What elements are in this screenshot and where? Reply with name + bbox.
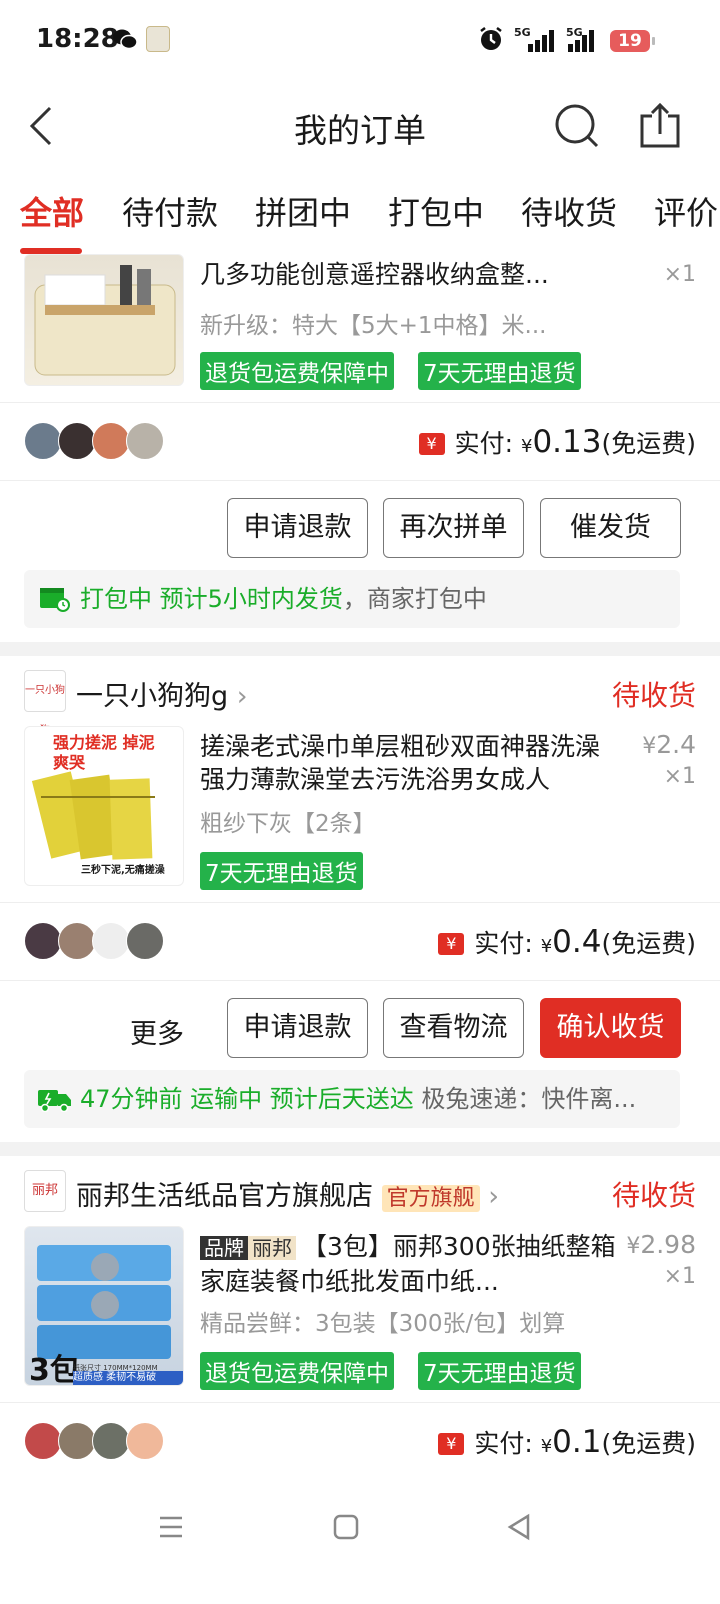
seven-day-return-tag: 7天无理由退货 bbox=[200, 852, 363, 890]
system-nav-bar bbox=[0, 1484, 720, 1604]
order-tabs: 全部 待付款 拼团中 打包中 待收货 评价 bbox=[0, 168, 720, 254]
reorder-button[interactable]: 再次拼单 bbox=[383, 498, 524, 558]
product-qty: ×1 bbox=[663, 262, 696, 287]
request-refund-button[interactable]: 申请退款 bbox=[227, 998, 368, 1058]
order-card-2: 一只小狗狗 一只小狗狗g › 待收货 强力搓泥 掉泥爽哭 三秒下泥,无痛搓澡 搓… bbox=[0, 656, 720, 1142]
product-title[interactable]: 几多功能创意遥控器收纳盒整... bbox=[200, 258, 580, 291]
avatar bbox=[58, 1422, 96, 1460]
search-icon[interactable] bbox=[553, 102, 601, 150]
brand-label: 品牌 bbox=[200, 1236, 248, 1260]
avatar bbox=[24, 422, 62, 460]
group-avatars bbox=[24, 1422, 164, 1460]
request-refund-button[interactable]: 申请退款 bbox=[227, 498, 368, 558]
group-avatars bbox=[24, 922, 164, 960]
group-avatars bbox=[24, 422, 164, 460]
alarm-icon bbox=[480, 27, 502, 50]
chevron-right-icon: › bbox=[236, 681, 248, 712]
back-triangle-icon[interactable] bbox=[504, 1512, 534, 1542]
yen-icon: ¥ bbox=[438, 1433, 465, 1455]
product-spec: 粗纱下灰【2条】 bbox=[200, 811, 376, 837]
product-title[interactable]: 搓澡老式澡巾单层粗砂双面神器洗澡强力薄款澡堂去污洗浴男女成人 bbox=[200, 730, 620, 796]
shop-name[interactable]: 一只小狗狗g › bbox=[76, 674, 248, 713]
tab-pending-receipt[interactable]: 待收货 bbox=[521, 188, 617, 234]
seven-day-return-tag: 7天无理由退货 bbox=[418, 352, 581, 390]
order-card-1: 几多功能创意遥控器收纳盒整... ×1 新升级：特大【5大+1中格】米... 退… bbox=[0, 254, 720, 642]
chevron-right-icon: › bbox=[488, 1181, 500, 1212]
order-card-3: 丽邦 丽邦生活纸品官方旗舰店 官方旗舰 › 待收货 3包 纸张尺寸 170MM*… bbox=[0, 1156, 720, 1484]
product-price: ¥2.4 ×1 bbox=[642, 730, 696, 789]
share-icon[interactable] bbox=[638, 102, 682, 150]
product-thumbnail[interactable]: 强力搓泥 掉泥爽哭 三秒下泥,无痛搓澡 bbox=[24, 726, 184, 886]
app-icon bbox=[146, 26, 170, 52]
shop-avatar[interactable]: 一只小狗狗 bbox=[24, 670, 66, 736]
avatar bbox=[92, 1422, 130, 1460]
avatar bbox=[24, 1422, 62, 1460]
more-button[interactable]: 更多 bbox=[130, 1012, 184, 1051]
official-store-badge: 官方旗舰 bbox=[381, 1185, 480, 1212]
nav-bar: 我的订单 bbox=[0, 84, 720, 169]
truck-icon bbox=[38, 1090, 71, 1112]
logistics-bar[interactable]: 打包中 预计5小时内发货，商家打包中 bbox=[24, 570, 680, 628]
avatar bbox=[58, 422, 96, 460]
tab-group-buying[interactable]: 拼团中 bbox=[255, 188, 351, 234]
brand-name: 丽邦 bbox=[248, 1236, 296, 1260]
status-bar: 18:28 5G 5G 19 bbox=[0, 0, 720, 84]
return-shipping-tag: 退货包运费保障中 bbox=[200, 1352, 394, 1390]
avatar bbox=[92, 922, 130, 960]
return-shipping-tag: 退货包运费保障中 bbox=[200, 352, 394, 390]
product-thumbnail[interactable] bbox=[24, 254, 184, 386]
signal-icon-2: 5G bbox=[566, 26, 616, 52]
wechat-icon bbox=[113, 29, 138, 50]
product-thumbnail[interactable]: 3包 纸张尺寸 170MM*120MM 超质感 柔韧不易破 bbox=[24, 1226, 184, 1386]
avatar bbox=[126, 1422, 164, 1460]
product-spec: 新升级：特大【5大+1中格】米... bbox=[200, 313, 547, 339]
avatar bbox=[58, 922, 96, 960]
confirm-receipt-button[interactable]: 确认收货 bbox=[540, 998, 681, 1058]
paid-amount: ¥ 实付: ¥0.13(免运费) bbox=[418, 424, 696, 460]
avatar bbox=[24, 922, 62, 960]
product-price: ¥2.98 ×1 bbox=[626, 1230, 696, 1289]
signal-icon: 5G bbox=[514, 26, 564, 52]
urge-shipping-button[interactable]: 催发货 bbox=[540, 498, 681, 558]
page-title: 我的订单 bbox=[294, 111, 426, 150]
view-logistics-button[interactable]: 查看物流 bbox=[383, 998, 524, 1058]
yen-icon: ¥ bbox=[438, 933, 465, 955]
order-status: 待收货 bbox=[611, 679, 696, 712]
menu-icon[interactable] bbox=[156, 1512, 186, 1542]
shop-avatar[interactable]: 丽邦 bbox=[24, 1170, 66, 1212]
package-icon bbox=[40, 588, 70, 612]
avatar bbox=[92, 422, 130, 460]
battery-icon: 19 bbox=[610, 30, 655, 52]
paid-amount: ¥ 实付: ¥0.1(免运费) bbox=[438, 1424, 696, 1460]
paid-amount: ¥ 实付: ¥0.4(免运费) bbox=[438, 924, 696, 960]
yen-icon: ¥ bbox=[418, 433, 445, 455]
tab-packing[interactable]: 打包中 bbox=[388, 188, 484, 234]
avatar bbox=[126, 422, 164, 460]
avatar bbox=[126, 922, 164, 960]
tab-pending-payment[interactable]: 待付款 bbox=[122, 188, 218, 234]
product-spec: 精品尝鲜：3包装【300张/包】划算 bbox=[200, 1311, 566, 1337]
status-time: 18:28 bbox=[36, 24, 119, 54]
order-status: 待收货 bbox=[611, 1179, 696, 1212]
tab-all[interactable]: 全部 bbox=[20, 188, 84, 234]
logistics-bar[interactable]: 47分钟前 运输中 预计后天送达 极兔速递：快件离... bbox=[24, 1070, 680, 1128]
seven-day-return-tag: 7天无理由退货 bbox=[418, 1352, 581, 1390]
home-icon[interactable] bbox=[331, 1512, 361, 1542]
product-title[interactable]: 品牌 丽邦 【3包】丽邦300张抽纸整箱家庭装餐巾纸批发面巾纸... bbox=[200, 1230, 620, 1298]
tab-review[interactable]: 评价 bbox=[654, 188, 718, 234]
shop-name[interactable]: 丽邦生活纸品官方旗舰店 官方旗舰 › bbox=[76, 1174, 499, 1213]
